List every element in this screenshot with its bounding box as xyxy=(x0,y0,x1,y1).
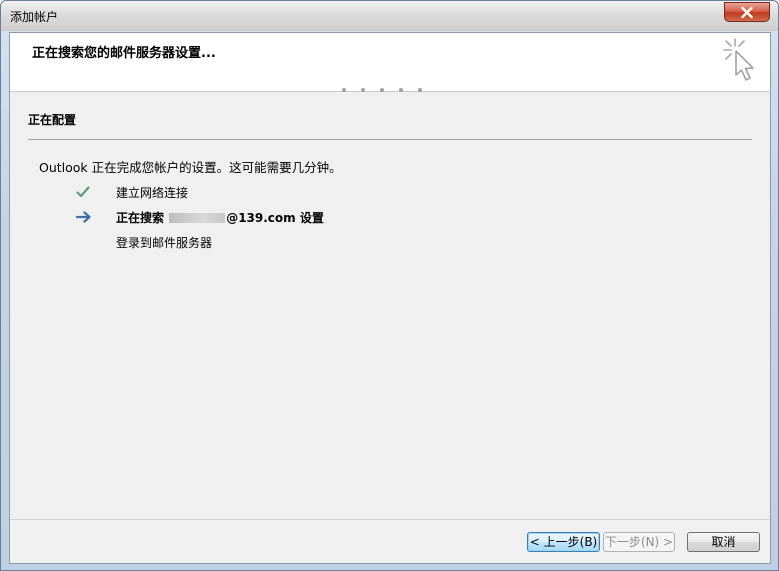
progress-dots xyxy=(342,88,422,94)
page-title: 正在搜索您的邮件服务器设置... xyxy=(32,46,216,61)
step-icon-empty xyxy=(76,233,98,251)
footer-divider xyxy=(10,519,770,520)
progress-dot xyxy=(418,88,422,92)
dialog-client-area: 正在搜索您的邮件服务器设置... 正在配置 Outlook 正在完成您帐户的设置… xyxy=(9,32,771,564)
add-account-dialog: 添加帐户 正在搜索您的邮件服务器设置... 正在配置 Outlook 正在完成您… xyxy=(0,0,779,571)
checkmark-icon xyxy=(76,183,98,201)
status-text: Outlook 正在完成您帐户的设置。这可能需要几分钟。 xyxy=(39,160,342,175)
close-button[interactable] xyxy=(724,2,770,22)
progress-dot xyxy=(342,88,346,92)
step-searching-settings: 正在搜索 @139.com 设置 xyxy=(76,208,324,226)
wizard-cursor-icon xyxy=(723,38,754,81)
window-title: 添加帐户 xyxy=(10,10,59,24)
step-label-prefix: 正在搜索 xyxy=(116,210,169,225)
step-label: 建立网络连接 xyxy=(116,185,189,200)
section-divider xyxy=(28,139,752,140)
cancel-button[interactable]: 取消 xyxy=(687,532,760,552)
step-login-server: 登录到邮件服务器 xyxy=(76,233,212,251)
step-label: 登录到邮件服务器 xyxy=(116,235,213,250)
section-title: 正在配置 xyxy=(28,113,77,127)
progress-dot xyxy=(361,88,365,92)
redacted-email xyxy=(169,213,226,223)
wizard-header: 正在搜索您的邮件服务器设置... xyxy=(10,33,770,92)
step-label-suffix: @139.com 设置 xyxy=(226,210,324,225)
arrow-right-icon xyxy=(76,208,98,226)
step-network-connection: 建立网络连接 xyxy=(76,183,188,201)
progress-dot xyxy=(399,88,403,92)
progress-dot xyxy=(380,88,384,92)
step-label: 正在搜索 @139.com 设置 xyxy=(116,209,324,226)
title-bar[interactable]: 添加帐户 xyxy=(1,1,778,31)
next-button[interactable]: 下一步(N) > xyxy=(603,532,675,552)
close-x-icon xyxy=(741,6,753,18)
back-button[interactable]: < 上一步(B) xyxy=(527,532,600,552)
